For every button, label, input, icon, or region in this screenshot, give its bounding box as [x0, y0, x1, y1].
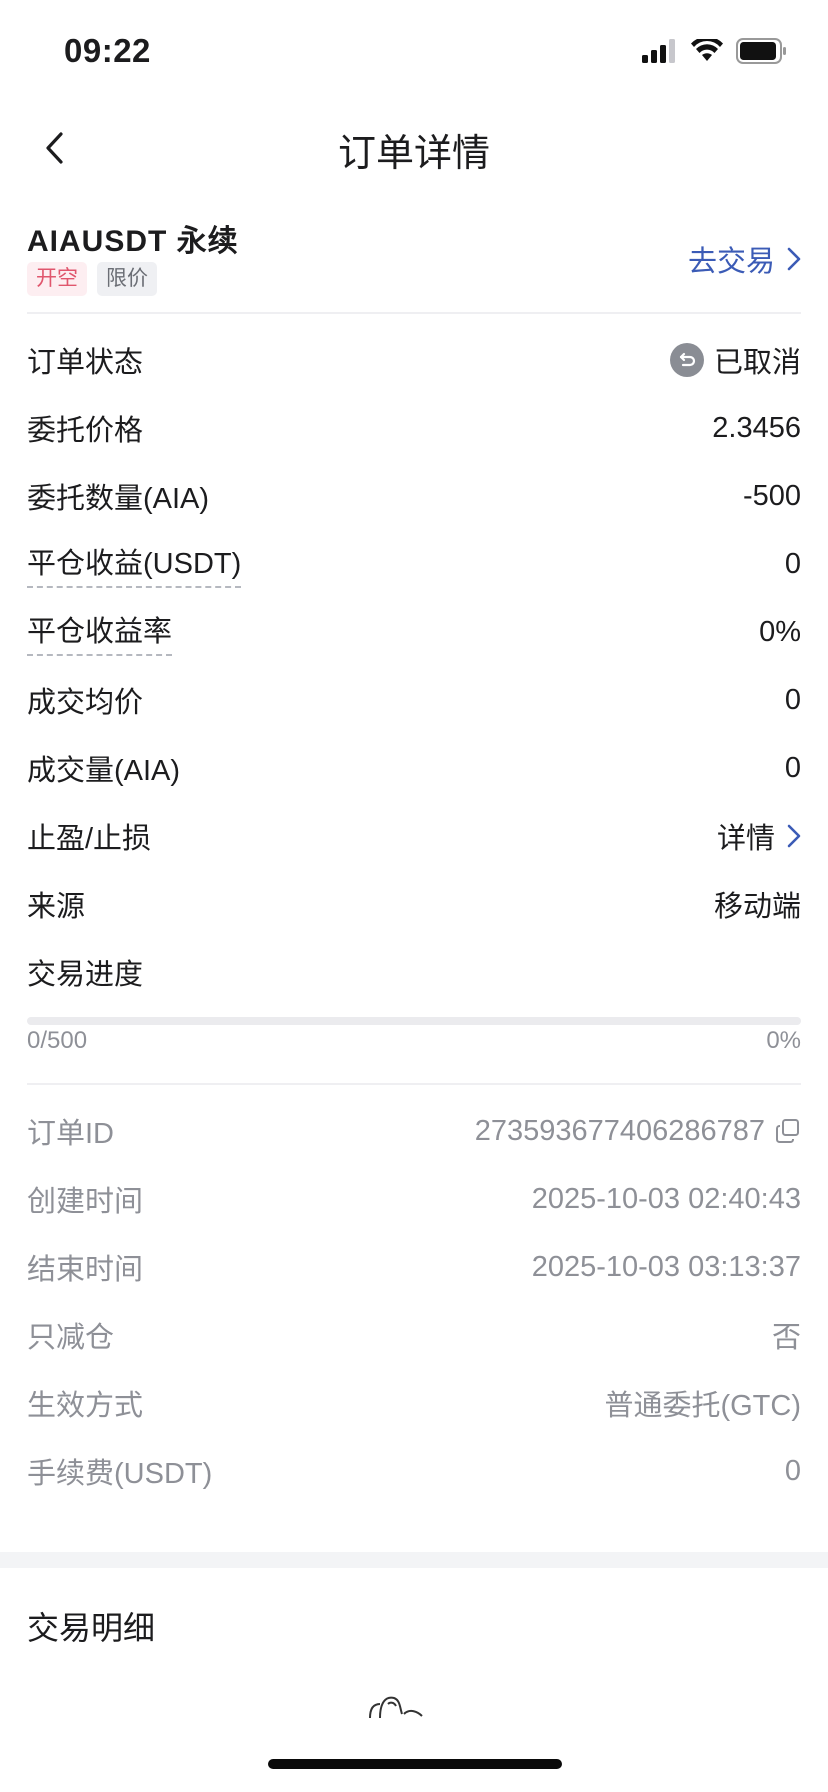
detail-label: 委托价格 [27, 415, 144, 447]
order-status-text: 已取消 [713, 347, 801, 379]
detail-row-order-price: 委托价格 2.3456 [27, 394, 801, 462]
detail-row-source: 来源 移动端 [27, 870, 801, 938]
order-detail-list: 订单状态 已取消 委托价格 2.3456 委托数量(AIA) -500 平仓收益… [27, 326, 801, 1006]
detail-value: 0% [759, 615, 801, 648]
order-tags: 开空 限价 [27, 262, 157, 296]
detail-row-avg-fill-price: 成交均价 0 [27, 666, 801, 734]
detail-label: 委托数量(AIA) [27, 483, 210, 515]
info-label: 创建时间 [27, 1186, 144, 1218]
info-label: 结束时间 [27, 1254, 144, 1286]
order-id-value: 273593677406286787 [475, 1115, 801, 1148]
chevron-right-icon [787, 824, 801, 848]
detail-row-tp-sl: 止盈/止损 详情 [27, 802, 801, 870]
detail-label: 成交量(AIA) [27, 755, 181, 787]
order-header: AIAUSDT 永续 开空 限价 去交易 [27, 212, 801, 314]
trade-details-title: 交易明细 [27, 1610, 156, 1646]
detail-value: 0 [784, 683, 801, 716]
info-row-time-in-force: 生效方式 普通委托(GTC) [27, 1369, 801, 1437]
wifi-icon [691, 39, 723, 61]
empty-state-illustration [369, 1696, 423, 1719]
detail-value: 0 [784, 751, 801, 784]
detail-row-status: 订单状态 已取消 [27, 326, 801, 394]
section-separator [0, 1552, 828, 1568]
progress-count: 0/500 [27, 1027, 88, 1054]
detail-row-order-quantity: 委托数量(AIA) -500 [27, 462, 801, 530]
detail-label: 订单状态 [27, 347, 144, 379]
page-title: 订单详情 [337, 133, 490, 175]
side-badge: 开空 [27, 262, 87, 296]
info-row-created-time: 创建时间 2025-10-03 02:40:43 [27, 1165, 801, 1233]
detail-value: 移动端 [713, 891, 801, 923]
navigation-bar: 订单详情 [0, 96, 828, 200]
detail-row-closing-pnl-rate: 平仓收益率 0% [27, 598, 801, 666]
info-label: 生效方式 [27, 1390, 144, 1422]
section-divider [27, 1083, 801, 1085]
info-value: 2025-10-03 02:40:43 [531, 1182, 801, 1215]
info-row-reduce-only: 只减仓 否 [27, 1301, 801, 1369]
go-trade-label: 去交易 [687, 246, 775, 278]
detail-row-closing-pnl: 平仓收益(USDT) 0 [27, 530, 801, 598]
detail-row-trade-progress: 交易进度 [27, 938, 801, 1006]
closing-pnl-rate-tooltip-label[interactable]: 平仓收益率 [27, 608, 173, 656]
info-row-order-id: 订单ID 273593677406286787 [27, 1097, 801, 1165]
tp-sl-details-label: 详情 [716, 823, 775, 855]
detail-label: 成交均价 [27, 687, 144, 719]
detail-value: 0 [784, 547, 801, 580]
order-id-text: 273593677406286787 [474, 1114, 765, 1147]
battery-icon [736, 38, 786, 64]
trade-progress-bar [27, 1017, 801, 1025]
info-value: 0 [784, 1454, 801, 1487]
info-value: 2025-10-03 03:13:37 [531, 1250, 801, 1283]
info-value: 普通委托(GTC) [604, 1390, 801, 1422]
detail-label: 来源 [27, 891, 86, 923]
go-trade-link[interactable]: 去交易 [688, 238, 801, 280]
order-status-value: 已取消 [669, 339, 801, 381]
detail-value: -500 [742, 479, 801, 512]
order-type-badge: 限价 [97, 262, 157, 296]
info-label: 手续费(USDT) [27, 1458, 213, 1490]
detail-label: 止盈/止损 [27, 823, 152, 855]
info-value: 否 [771, 1322, 801, 1354]
info-row-end-time: 结束时间 2025-10-03 03:13:37 [27, 1233, 801, 1301]
status-bar: 09:22 [0, 0, 828, 96]
detail-value: 2.3456 [712, 411, 801, 444]
status-icons [642, 38, 788, 64]
order-info-list: 订单ID 273593677406286787 创建时间 2025-10-03 … [27, 1097, 801, 1505]
contract-symbol: AIAUSDT 永续 [27, 225, 239, 258]
cancelled-icon [669, 343, 704, 377]
detail-row-filled-volume: 成交量(AIA) 0 [27, 734, 801, 802]
progress-percent: 0% [766, 1027, 801, 1054]
home-indicator [268, 1759, 562, 1769]
info-label: 只减仓 [27, 1322, 115, 1354]
detail-label: 交易进度 [27, 959, 144, 991]
chevron-right-icon [787, 247, 801, 271]
closing-pnl-tooltip-label[interactable]: 平仓收益(USDT) [27, 540, 242, 588]
info-row-fee: 手续费(USDT) 0 [27, 1437, 801, 1505]
status-time: 09:22 [64, 32, 151, 69]
tp-sl-details-link[interactable]: 详情 [717, 815, 801, 857]
progress-labels: 0/500 0% [27, 1027, 801, 1055]
cellular-signal-icon [642, 39, 675, 63]
info-label: 订单ID [27, 1118, 115, 1150]
copy-icon[interactable] [775, 1118, 801, 1144]
